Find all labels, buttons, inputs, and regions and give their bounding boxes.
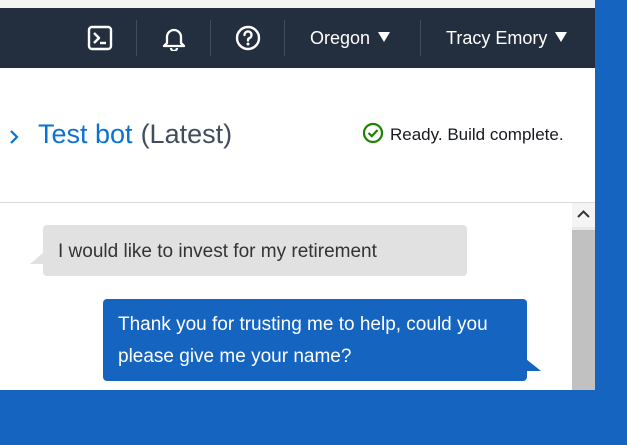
chevron-up-icon bbox=[577, 210, 590, 218]
version-label: (Latest) bbox=[140, 119, 233, 149]
nav-separator bbox=[210, 20, 211, 56]
top-navigation-bar: Oregon Tracy Emory bbox=[0, 8, 595, 68]
cloudshell-terminal-icon[interactable] bbox=[87, 25, 113, 51]
top-strip bbox=[0, 0, 595, 8]
region-selector[interactable]: Oregon bbox=[310, 28, 391, 49]
check-circle-icon bbox=[362, 122, 384, 144]
nav-separator bbox=[284, 20, 285, 56]
panel-title[interactable]: Test bot (Latest) bbox=[38, 119, 232, 150]
bot-message: Thank you for trusting me to help, could… bbox=[103, 299, 541, 381]
bot-message-text: Thank you for trusting me to help, could… bbox=[118, 314, 488, 367]
account-menu[interactable]: Tracy Emory bbox=[446, 28, 568, 49]
bubble-tail bbox=[526, 359, 541, 371]
chevron-right-icon[interactable] bbox=[6, 127, 22, 147]
region-label: Oregon bbox=[310, 28, 371, 48]
bubble-tail bbox=[30, 252, 44, 264]
scroll-thumb[interactable] bbox=[572, 230, 595, 390]
help-icon[interactable] bbox=[235, 25, 261, 51]
scroll-up-button[interactable] bbox=[572, 203, 595, 227]
nav-separator bbox=[420, 20, 421, 56]
nav-separator bbox=[136, 20, 137, 56]
caret-down-icon bbox=[378, 32, 391, 42]
bot-name-link[interactable]: Test bot bbox=[38, 119, 133, 149]
status-text: Ready. Build complete. bbox=[390, 125, 564, 144]
user-message-text: I would like to invest for my retirement bbox=[58, 241, 377, 262]
user-name: Tracy Emory bbox=[446, 28, 548, 48]
chat-transcript: I would like to invest for my retirement… bbox=[0, 203, 572, 390]
user-message: I would like to invest for my retirement bbox=[30, 225, 467, 276]
notifications-bell-icon[interactable] bbox=[161, 25, 187, 53]
test-bot-header: Test bot (Latest) Ready. Build complete. bbox=[0, 68, 595, 203]
chat-scrollbar[interactable] bbox=[572, 203, 595, 390]
caret-down-icon bbox=[555, 32, 568, 42]
build-status: Ready. Build complete. bbox=[362, 122, 564, 145]
console-window: Oregon Tracy Emory Test bot (Latest) Read… bbox=[0, 0, 595, 390]
